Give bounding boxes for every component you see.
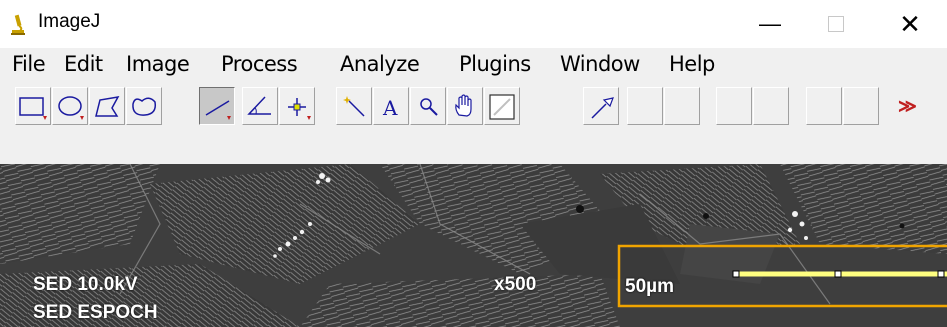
- angle-tool-icon: [247, 96, 271, 115]
- menu-edit[interactable]: Edit: [64, 52, 103, 76]
- point-tool-button[interactable]: [279, 87, 315, 125]
- freehand-tool-icon: [132, 97, 157, 116]
- status-bar: [0, 132, 947, 164]
- color-picker-tool-button[interactable]: [484, 87, 520, 125]
- rectangle-tool-button[interactable]: [15, 87, 51, 125]
- close-button[interactable]: ✕: [880, 0, 940, 48]
- polygon-tool-icon: [95, 96, 120, 117]
- text-tool-button[interactable]: A: [373, 87, 409, 125]
- wand-tool-icon: [343, 96, 365, 117]
- svg-text:A: A: [382, 96, 398, 120]
- empty-tool-slot[interactable]: [753, 87, 789, 125]
- menu-window[interactable]: Window: [560, 52, 640, 76]
- hand-tool-button[interactable]: [447, 87, 483, 125]
- menu-plugins[interactable]: Plugins: [459, 52, 531, 76]
- magnifier-tool-button[interactable]: [410, 87, 446, 125]
- text-tool-icon: A: [382, 96, 398, 120]
- oval-tool-button[interactable]: [52, 87, 88, 125]
- title-bar[interactable]: ImageJ — ✕: [0, 0, 947, 48]
- straight-line-tool-icon: [205, 100, 231, 120]
- wand-tool-button[interactable]: [336, 87, 372, 125]
- window-title: ImageJ: [38, 11, 101, 32]
- menu-process[interactable]: Process: [221, 52, 298, 76]
- more-tools-icon[interactable]: ≫: [898, 96, 917, 117]
- image-viewport[interactable]: SED 10.0kV SED ESPOCH x500 50µm: [0, 164, 947, 327]
- magnification-label: x500: [494, 274, 537, 295]
- empty-tool-slot[interactable]: [716, 87, 752, 125]
- microscope-icon: [11, 14, 25, 35]
- polygon-tool-button[interactable]: [89, 87, 125, 125]
- empty-tool-slot[interactable]: [806, 87, 842, 125]
- detector-voltage-label: SED 10.0kV: [33, 274, 138, 295]
- rectangle-tool-icon: [19, 97, 47, 120]
- toolbar: A ≫: [0, 82, 947, 132]
- oval-tool-icon: [58, 96, 84, 120]
- empty-tool-slot[interactable]: [664, 87, 700, 125]
- pipette-tool-icon: [591, 97, 614, 119]
- freehand-tool-button[interactable]: [126, 87, 162, 125]
- point-tool-icon: [288, 98, 311, 120]
- straight-line-tool-button[interactable]: [199, 87, 235, 125]
- empty-tool-slot[interactable]: [843, 87, 879, 125]
- maximize-icon: [828, 16, 844, 32]
- menu-bar: File Edit Image Process Analyze Plugins …: [0, 48, 947, 82]
- minimize-button[interactable]: —: [740, 0, 800, 48]
- menu-image[interactable]: Image: [126, 52, 190, 76]
- menu-analyze[interactable]: Analyze: [340, 52, 420, 76]
- maximize-button[interactable]: [806, 0, 866, 48]
- detector-lab-label: SED ESPOCH: [33, 302, 158, 323]
- hand-tool-icon: [455, 94, 472, 117]
- menu-file[interactable]: File: [12, 52, 46, 76]
- empty-tool-slot[interactable]: [627, 87, 663, 125]
- menu-help[interactable]: Help: [669, 52, 715, 76]
- magnifier-tool-icon: [420, 98, 438, 116]
- color-picker-tool-icon: [489, 94, 515, 120]
- scale-bar-label: 50µm: [625, 276, 674, 297]
- minimize-icon: —: [759, 11, 781, 36]
- close-icon: ✕: [899, 8, 921, 39]
- pipette-tool-button[interactable]: [583, 87, 619, 125]
- angle-tool-button[interactable]: [242, 87, 278, 125]
